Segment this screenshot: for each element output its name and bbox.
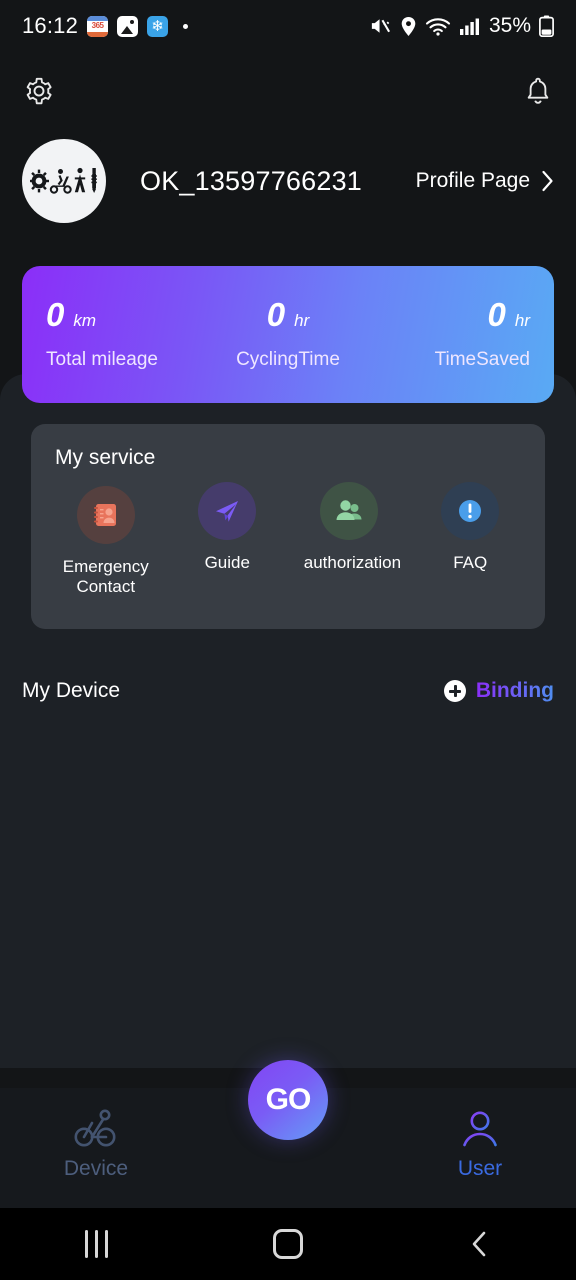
recents-icon xyxy=(84,1230,108,1258)
location-icon xyxy=(401,16,416,36)
profile-page-label: Profile Page xyxy=(415,169,530,192)
calendar-365-icon xyxy=(87,15,109,37)
home-icon xyxy=(273,1229,303,1259)
photos-icon xyxy=(117,15,139,37)
nav-label-user: User xyxy=(457,1157,503,1180)
status-bar-left: 16:12 xyxy=(22,13,189,39)
android-recents-button[interactable] xyxy=(0,1230,192,1258)
info-exclamation-icon xyxy=(459,500,482,522)
emergency-contact-circle xyxy=(76,486,135,544)
stat-unit: km xyxy=(73,311,97,330)
stat-total-mileage: 0 km Total mileage xyxy=(46,298,207,371)
paper-plane-icon xyxy=(216,501,239,522)
signal-icon xyxy=(459,18,479,35)
android-home-button[interactable] xyxy=(192,1229,384,1259)
android-nav-bar xyxy=(0,1208,576,1280)
guide-circle xyxy=(198,482,257,540)
person-icon xyxy=(463,1111,497,1147)
service-label: authorization xyxy=(303,553,402,572)
nav-label-device: Device xyxy=(63,1157,129,1180)
mute-icon xyxy=(371,19,391,33)
scooter-icon xyxy=(74,1109,116,1147)
service-item-authorization[interactable]: authorization xyxy=(288,482,410,597)
nav-item-go[interactable]: GO xyxy=(192,1060,384,1140)
stat-label: TimeSaved xyxy=(434,349,530,370)
stats-card: 0 km Total mileage 0 hr CyclingTime 0 hr… xyxy=(22,266,554,403)
settings-button[interactable] xyxy=(24,76,54,111)
username: OK_13597766231 xyxy=(140,165,363,196)
stat-label: CyclingTime xyxy=(236,349,340,370)
notifications-button[interactable] xyxy=(524,76,552,111)
my-device-title: My Device xyxy=(22,679,121,702)
my-service-card: My service Emergency Contact Guide autho… xyxy=(31,424,545,629)
authorization-circle xyxy=(319,482,378,540)
nav-item-user[interactable]: User xyxy=(384,1088,576,1181)
go-button-label: GO xyxy=(265,1083,312,1116)
profile-page-link[interactable]: Profile Page xyxy=(416,169,554,193)
stat-cycling-time: 0 hr CyclingTime xyxy=(207,298,368,371)
status-bar-right: 35% xyxy=(369,14,554,38)
faq-circle xyxy=(441,482,500,540)
stat-value: 0 xyxy=(487,296,506,333)
stat-label: Total mileage xyxy=(46,349,158,370)
gear-icon xyxy=(26,77,52,105)
top-bar xyxy=(0,66,576,121)
binding-button[interactable]: Binding xyxy=(443,679,554,703)
my-service-title: My service xyxy=(55,446,156,469)
profile-row[interactable]: OK_13597766231 Profile Page xyxy=(0,139,576,223)
scooter-avatar-icon xyxy=(30,167,97,194)
people-icon xyxy=(336,500,362,520)
stat-unit: hr xyxy=(514,311,530,330)
battery-percent: 35% xyxy=(488,14,531,37)
dot-indicator xyxy=(183,23,189,29)
status-bar: 16:12 365 ❄ 35% xyxy=(0,0,576,52)
service-label: Emergency Contact xyxy=(62,557,149,597)
contact-card-icon xyxy=(93,504,116,526)
service-label: FAQ xyxy=(453,553,488,572)
android-back-button[interactable] xyxy=(384,1229,576,1259)
plus-circle-icon xyxy=(443,680,466,702)
go-button[interactable]: GO xyxy=(248,1060,328,1140)
service-item-emergency-contact[interactable]: Emergency Contact xyxy=(45,486,167,597)
battery-icon xyxy=(539,15,554,37)
my-device-row: My Device Binding xyxy=(0,672,576,710)
stat-unit: hr xyxy=(294,311,310,330)
my-service-grid: Emergency Contact Guide authorization FA… xyxy=(45,482,532,597)
stat-value: 0 xyxy=(46,296,65,333)
back-icon xyxy=(472,1231,486,1257)
avatar[interactable] xyxy=(22,139,106,223)
service-item-faq[interactable]: FAQ xyxy=(410,482,532,597)
nav-item-device[interactable]: Device xyxy=(0,1088,192,1181)
service-label: Guide xyxy=(204,553,250,572)
binding-label: Binding xyxy=(475,679,554,702)
snowflake-icon xyxy=(147,15,169,37)
stat-time-saved: 0 hr TimeSaved xyxy=(369,298,530,371)
chevron-right-icon xyxy=(542,170,553,192)
bell-icon xyxy=(527,77,549,104)
service-item-guide[interactable]: Guide xyxy=(167,482,289,597)
stat-value: 0 xyxy=(266,296,286,333)
app-root: 16:12 365 ❄ 35% OK_13597766231 Profile P… xyxy=(0,0,576,1280)
wifi-icon xyxy=(425,18,451,36)
status-bar-clock: 16:12 xyxy=(22,13,79,38)
bottom-nav: Device GO User xyxy=(0,1060,576,1208)
